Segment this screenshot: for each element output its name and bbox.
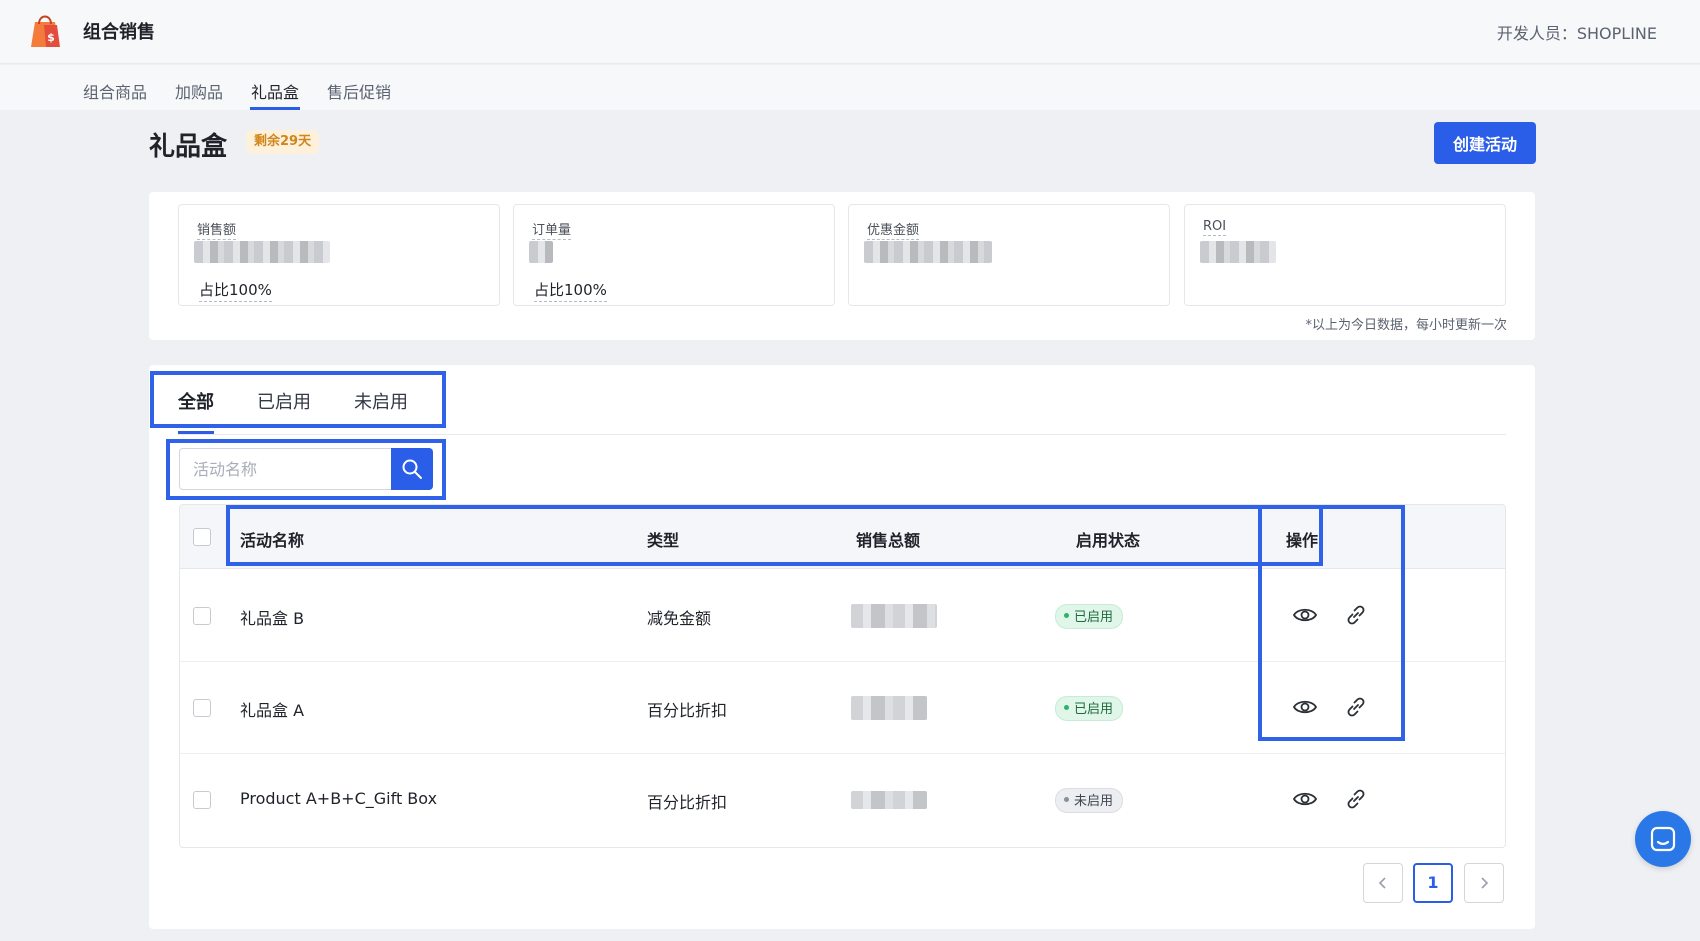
- activity-name[interactable]: 礼品盒 A: [240, 697, 304, 721]
- row-checkbox[interactable]: [193, 791, 211, 809]
- search-input[interactable]: [179, 448, 391, 490]
- stat-share: 占比100%: [199, 279, 272, 302]
- link-icon[interactable]: [1343, 786, 1369, 812]
- stats-note: *以上为今日数据，每小时更新一次: [1305, 318, 1507, 333]
- filter-tab-all[interactable]: 全部: [178, 388, 214, 414]
- top-header: $ 组合销售 开发人员：SHOPLINE: [0, 0, 1700, 64]
- table-row: Product A+B+C_Gift Box 百分比折扣 未启用: [180, 754, 1505, 846]
- pagination-page-1[interactable]: 1: [1413, 863, 1453, 903]
- days-remaining-badge: 剩余29天: [246, 130, 320, 154]
- chevron-right-icon: [1481, 877, 1489, 889]
- stat-sales: 销售额 占比100%: [178, 204, 500, 306]
- page-title: 礼品盒: [149, 132, 228, 162]
- pagination-prev-button[interactable]: [1363, 863, 1403, 903]
- link-icon[interactable]: [1343, 694, 1369, 720]
- subnav-tab-gift-box[interactable]: 礼品盒: [251, 79, 299, 103]
- status-badge: 已启用: [1055, 696, 1124, 721]
- subnav-tab-add-on-products[interactable]: 加购品: [175, 79, 223, 103]
- filter-divider: [178, 434, 1506, 435]
- activity-table: 活动名称 类型 销售总额 启用状态 操作 礼品盒 B 减免金额 已启用 礼品盒 …: [179, 504, 1506, 848]
- blurred-sales-amount: [851, 696, 927, 720]
- status-dot: [1064, 705, 1069, 710]
- row-checkbox[interactable]: [193, 607, 211, 625]
- row-checkbox[interactable]: [193, 699, 211, 717]
- blurred-value: [529, 241, 553, 263]
- table-row: 礼品盒 A 百分比折扣 已启用: [180, 662, 1505, 754]
- link-icon[interactable]: [1343, 602, 1369, 628]
- eye-icon[interactable]: [1292, 602, 1318, 628]
- status-badge: 未启用: [1055, 788, 1124, 813]
- activity-name[interactable]: Product A+B+C_Gift Box: [240, 789, 437, 808]
- search-icon: [402, 459, 422, 479]
- eye-icon[interactable]: [1292, 694, 1318, 720]
- chevron-left-icon: [1378, 877, 1386, 889]
- pagination-next-button[interactable]: [1464, 863, 1504, 903]
- blurred-value: [864, 241, 992, 263]
- stat-label: 销售额: [197, 219, 237, 240]
- sub-navigation: 组合商品 加购品 礼品盒 售后促销: [0, 65, 1700, 110]
- status-dot: [1064, 797, 1069, 802]
- stats-card: 销售额 占比100% 订单量 占比100% 优惠金额 ROI *以上为今日数据，…: [149, 192, 1535, 340]
- developer-info: 开发人员：SHOPLINE: [1496, 24, 1657, 43]
- status-text: 已启用: [1074, 702, 1114, 717]
- shopping-bag-icon: $: [31, 15, 60, 47]
- search-button[interactable]: [391, 448, 433, 490]
- filter-tab-disabled[interactable]: 未启用: [354, 388, 408, 414]
- select-all-checkbox[interactable]: [193, 528, 211, 546]
- subnav-tab-bundle-products[interactable]: 组合商品: [83, 79, 147, 103]
- filter-tab-enabled[interactable]: 已启用: [257, 388, 311, 414]
- blurred-sales-amount: [851, 604, 937, 628]
- stat-label: 优惠金额: [867, 219, 920, 240]
- status-text: 未启用: [1074, 794, 1114, 809]
- blurred-value: [194, 241, 330, 263]
- stat-orders: 订单量 占比100%: [513, 204, 835, 306]
- eye-icon[interactable]: [1292, 786, 1318, 812]
- activity-list-card: 全部 已启用 未启用 活动名称 类型 销售总额 启用状态 操作 礼品盒 B 减免…: [149, 365, 1535, 929]
- activity-type: 减免金额: [647, 609, 712, 628]
- app-title: 组合销售: [83, 22, 155, 43]
- subnav-tab-post-purchase[interactable]: 售后促销: [327, 79, 391, 103]
- table-row: 礼品盒 B 减免金额 已启用: [180, 570, 1505, 662]
- column-header-name[interactable]: 活动名称: [240, 527, 304, 551]
- stat-share: 占比100%: [534, 279, 607, 302]
- status-text: 已启用: [1074, 610, 1114, 625]
- blurred-sales-amount: [851, 791, 927, 809]
- stat-discount-amount: 优惠金额: [848, 204, 1170, 306]
- column-header-sales[interactable]: 销售总额: [856, 527, 920, 551]
- table-header: 活动名称 类型 销售总额 启用状态 操作: [180, 505, 1505, 569]
- activity-name[interactable]: 礼品盒 B: [240, 605, 304, 629]
- blurred-value: [1200, 241, 1276, 263]
- activity-type: 百分比折扣: [647, 701, 728, 720]
- activity-type: 百分比折扣: [647, 793, 728, 812]
- column-header-status[interactable]: 启用状态: [1076, 527, 1140, 551]
- status-dot: [1064, 613, 1069, 618]
- status-badge: 已启用: [1055, 604, 1124, 629]
- stat-label: 订单量: [532, 219, 572, 240]
- active-tab-underline: [250, 107, 300, 110]
- stat-roi: ROI: [1184, 204, 1506, 306]
- svg-text:$: $: [47, 31, 55, 44]
- chat-icon: [1650, 826, 1676, 852]
- column-header-actions: 操作: [1286, 531, 1319, 550]
- chat-support-button[interactable]: [1635, 811, 1691, 867]
- create-activity-button[interactable]: 创建活动: [1434, 122, 1536, 164]
- stat-label: ROI: [1203, 219, 1227, 236]
- column-header-type[interactable]: 类型: [647, 527, 679, 551]
